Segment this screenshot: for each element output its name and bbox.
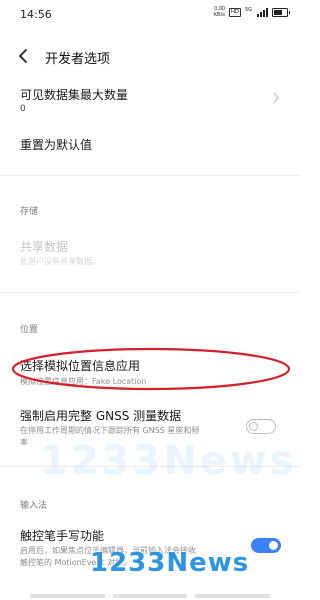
setting-subtitle-line1: 在停用工作周期的情况下跟踪所有 GNSS 星座和频	[20, 426, 200, 435]
gnss-toggle-switch[interactable]	[246, 419, 276, 434]
network-speed-unit: KB/s	[213, 11, 225, 18]
setting-title: 共享数据	[20, 240, 69, 254]
signal-label: 5G	[244, 7, 252, 13]
setting-title: 触控笔手写功能	[20, 529, 105, 543]
network-speed: 0.00 KB/s	[213, 6, 225, 18]
setting-value: 0	[20, 104, 26, 114]
watermark-ghost: 1233News	[40, 438, 297, 484]
divider	[0, 175, 300, 176]
status-icons: 0.00 KB/s HD 5G	[213, 6, 290, 18]
status-time: 14:56	[20, 8, 52, 21]
setting-title: 可见数据集最大数量	[20, 88, 129, 102]
divider	[0, 292, 300, 293]
hd-icon: HD	[228, 8, 241, 17]
watermark-logo: 1233News	[90, 548, 250, 578]
page-title: 开发者选项	[45, 52, 111, 67]
section-label-location: 位置	[20, 325, 39, 335]
signal-icon	[257, 8, 268, 17]
setting-title: 重置为默认值	[20, 138, 93, 152]
setting-subtitle-line2: 率	[20, 438, 28, 447]
bottom-bar-strip	[30, 594, 271, 598]
back-arrow-icon[interactable]	[14, 46, 34, 66]
stylus-toggle-switch[interactable]	[251, 538, 281, 553]
setting-subtitle: 此用户没有共享数据。	[20, 257, 100, 266]
annotation-ellipse	[11, 347, 291, 391]
battery-icon	[272, 8, 290, 17]
page-header: 开发者选项	[0, 40, 300, 74]
chevron-right-icon	[273, 92, 279, 104]
setting-title: 强制启用完整 GNSS 测量数据	[20, 409, 182, 423]
status-bar: 14:56 0.00 KB/s HD 5G	[0, 0, 300, 28]
section-label-input-method: 输入法	[20, 501, 48, 511]
section-label-storage: 存储	[20, 207, 39, 217]
